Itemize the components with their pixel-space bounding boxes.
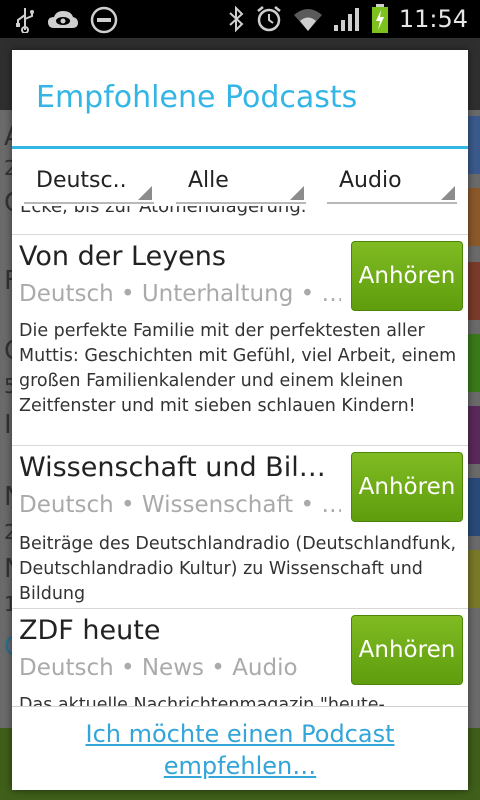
podcast-meta: Deutsch • Unterhaltung • … [19, 281, 341, 307]
filter-bar: Deutsc.. Alle Audio [12, 162, 468, 206]
list-item[interactable]: Wissenschaft und Bild… Deutsch • Wissens… [12, 446, 468, 608]
listen-button[interactable]: Anhören [351, 452, 463, 522]
do-not-disturb-icon [90, 6, 118, 34]
category-spinner[interactable]: Alle [176, 162, 306, 204]
clock: 11:54 [398, 5, 468, 33]
podcast-meta: Deutsch • News • Audio [19, 655, 298, 681]
media-type-spinner[interactable]: Audio [327, 162, 457, 204]
alarm-icon [257, 6, 281, 32]
status-bar: 11:54 [0, 0, 480, 38]
media-type-spinner-value: Audio [339, 168, 402, 193]
podcast-description: Das aktuelle Nachrichtenmagazin "heute- [19, 695, 385, 706]
background-thumbnail [466, 262, 480, 320]
signal-icon [333, 8, 359, 31]
listen-button[interactable]: Anhören [351, 615, 463, 685]
background-thumbnail [466, 478, 480, 536]
podcast-description: Beiträge des Deutschlandradio (Deutschla… [19, 534, 457, 604]
podcast-description: Die perfekte Familie mit der perfekteste… [19, 321, 457, 416]
battery-charging-icon [371, 4, 388, 33]
bluetooth-icon [229, 6, 244, 32]
background-thumbnail [466, 334, 480, 392]
wifi-icon [293, 9, 322, 31]
listen-button[interactable]: Anhören [351, 241, 463, 311]
background-thumbnail [466, 406, 480, 464]
recommend-podcast-link[interactable]: Ich möchte einen Podcast empfehlen… [32, 718, 448, 782]
list-item[interactable]: Von der Leyens Deutsch • Unterhaltung • … [12, 235, 468, 445]
podcast-title: ZDF heute [19, 615, 161, 646]
cloud-eye-icon [48, 11, 78, 28]
podcast-meta: Deutsch • Wissenschaft • … [19, 492, 341, 518]
podcast-title: Wissenschaft und Bild… [19, 452, 339, 483]
background-thumbnail [466, 188, 480, 246]
background-thumbnail [466, 550, 480, 608]
list-item-description: Ecke, bis zur Atomendlagerung. [20, 206, 307, 217]
dialog-title: Empfohlene Podcasts [36, 80, 358, 115]
background-text: I [4, 410, 12, 440]
dropdown-arrow-icon [290, 186, 304, 200]
footer-divider [12, 706, 468, 707]
recommended-podcasts-dialog: Empfohlene Podcasts Deutsc.. Alle Audio … [12, 50, 468, 790]
category-spinner-value: Alle [188, 168, 229, 193]
background-thumbnail [466, 116, 480, 174]
usb-icon [16, 8, 34, 33]
dropdown-arrow-icon [138, 186, 152, 200]
language-spinner[interactable]: Deutsc.. [24, 162, 154, 204]
list-item[interactable]: ZDF heute Deutsch • News • Audio Anhören… [12, 609, 468, 706]
dropdown-arrow-icon [441, 186, 455, 200]
podcast-title: Von der Leyens [19, 241, 226, 272]
title-divider [12, 146, 468, 149]
language-spinner-value: Deutsc.. [36, 168, 127, 193]
podcast-list[interactable]: Ecke, bis zur Atomendlagerung. Von der L… [12, 206, 468, 706]
